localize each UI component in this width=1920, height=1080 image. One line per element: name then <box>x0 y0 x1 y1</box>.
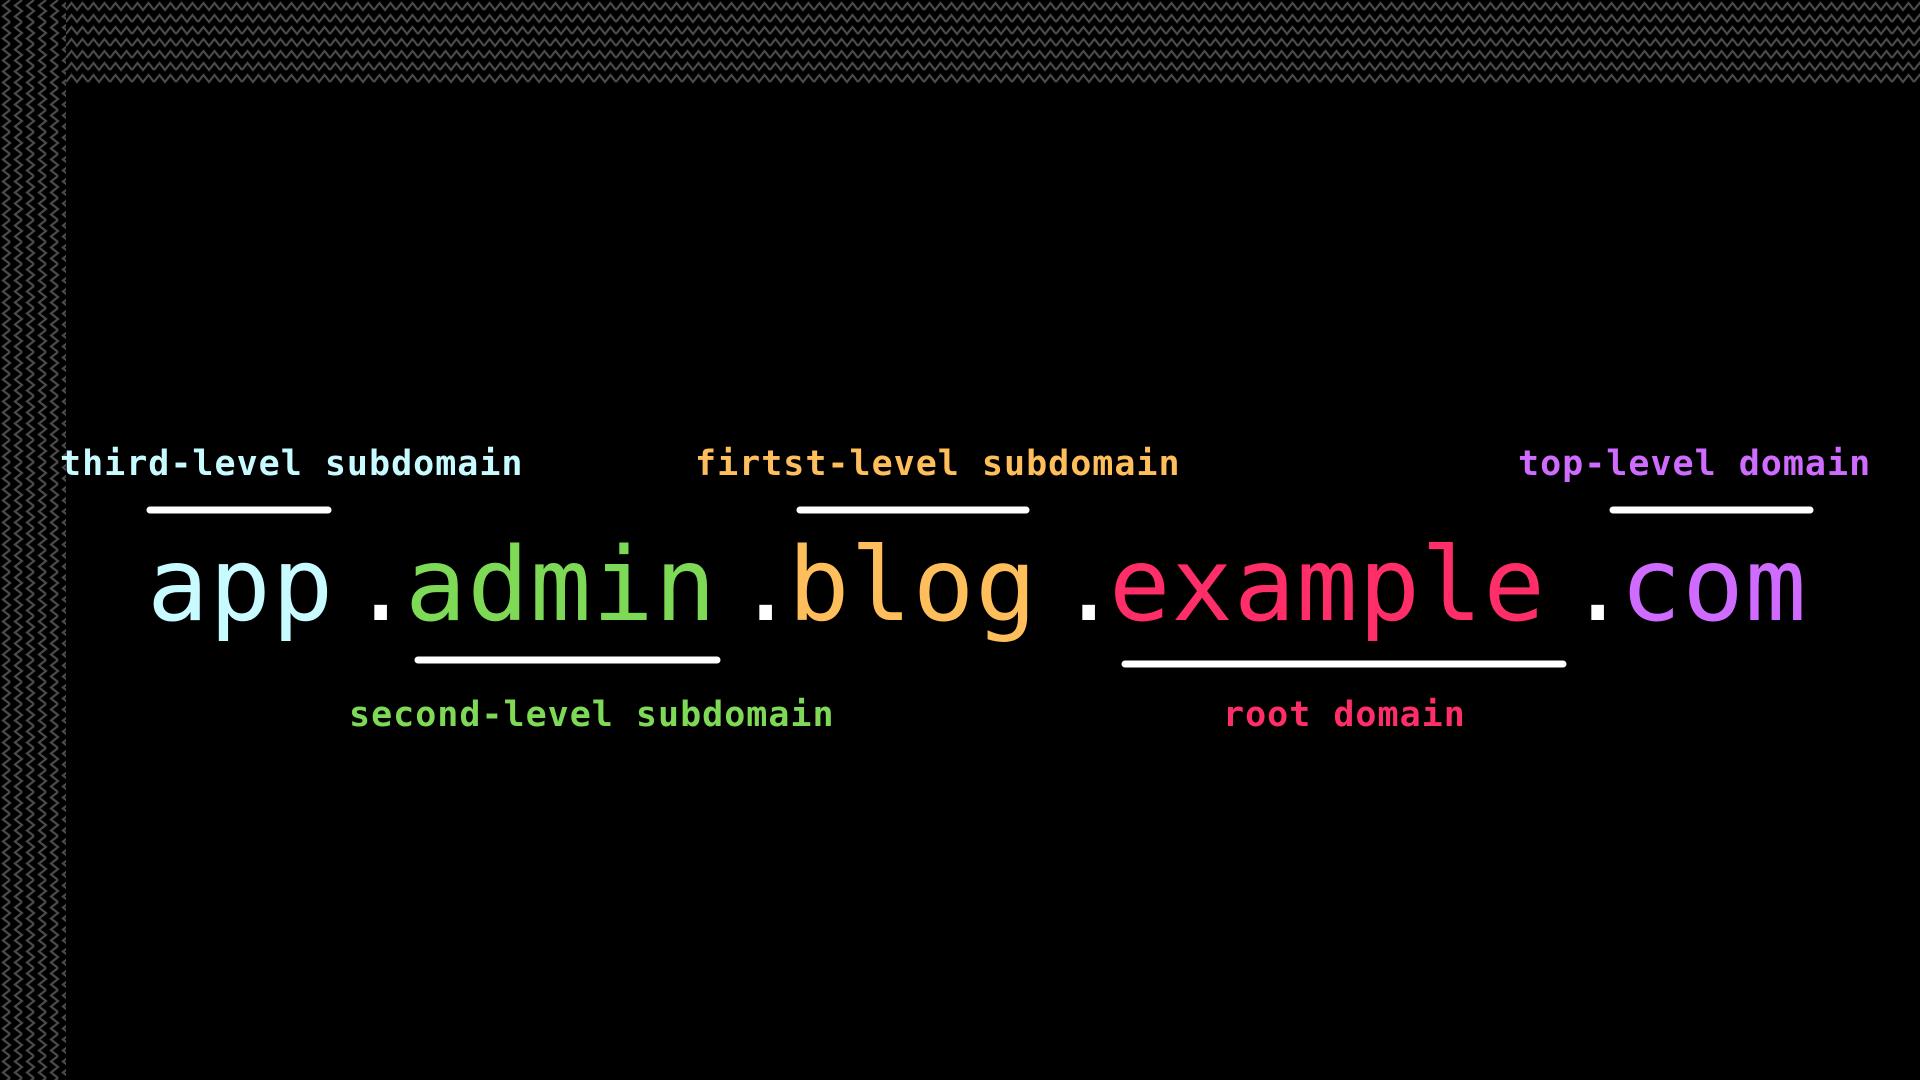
second-level-part: admin <box>405 526 717 645</box>
second-level-subdomain-label: second-level subdomain <box>349 695 835 735</box>
third-level-part: app <box>147 526 334 645</box>
domain-structure-diagram: third-level subdomain firtst-level subdo… <box>60 444 1871 735</box>
root-domain-part: example <box>1109 526 1546 645</box>
top-level-part: com <box>1620 526 1807 645</box>
dot-separator: . <box>350 526 412 645</box>
third-level-subdomain-label: third-level subdomain <box>60 444 524 484</box>
root-domain-label: root domain <box>1223 695 1466 735</box>
diagram-frame: third-level subdomain firtst-level subdo… <box>0 0 1920 1080</box>
first-level-subdomain-label: firtst-level subdomain <box>695 444 1181 484</box>
first-level-part: blog <box>788 526 1038 645</box>
top-level-domain-label: top-level domain <box>1518 444 1871 484</box>
